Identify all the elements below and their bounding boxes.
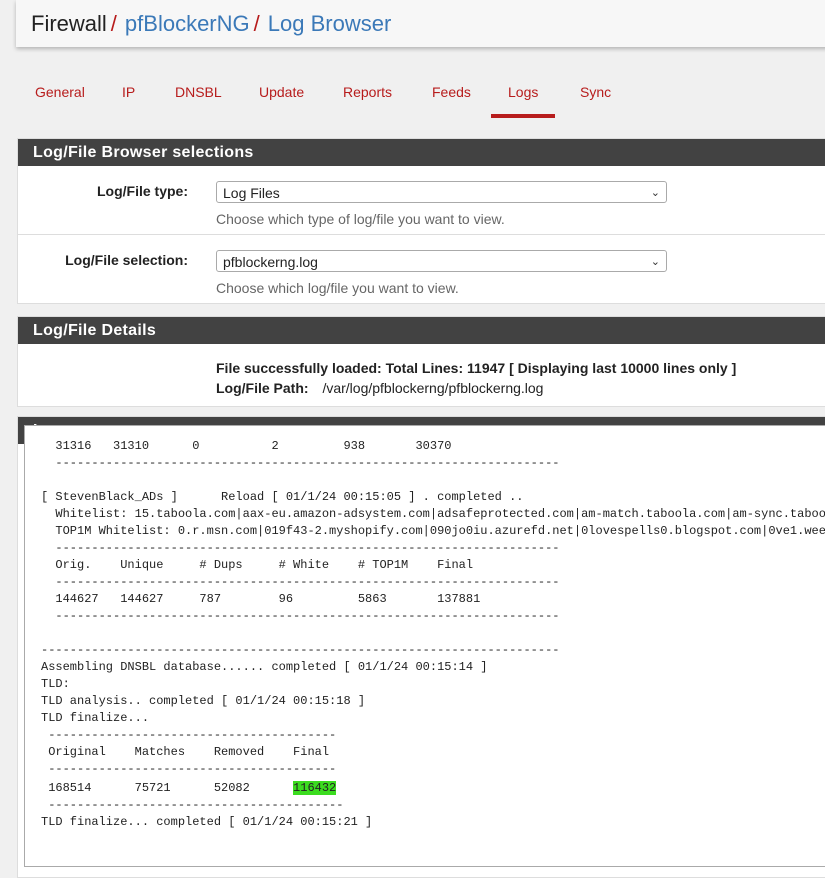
- log-line: [ StevenBlack_ADs ] Reload [ 01/1/24 00:…: [41, 490, 524, 504]
- details-panel: Log/File Details File successfully loade…: [17, 316, 825, 407]
- log-line: ----------------------------------------: [41, 728, 337, 742]
- tab-ip[interactable]: IP: [105, 76, 152, 114]
- log-line-counts: 168514 75721 52082 116432: [41, 780, 337, 797]
- selections-heading: Log/File Browser selections: [18, 139, 825, 166]
- log-viewer[interactable]: 31316 31310 0 2 938 30370 --------------…: [24, 425, 825, 867]
- log-line: Whitelist: 15.taboola.com|aax-eu.amazon-…: [41, 507, 825, 521]
- log-line-counts-text: 168514 75721 52082: [41, 781, 294, 795]
- log-file-selection-row: Log/File selection: pfblockerng.log ⌄ Ch…: [18, 235, 825, 303]
- breadcrumb-root: Firewall: [31, 11, 107, 36]
- breadcrumb-separator: /: [110, 11, 117, 36]
- page-header: Firewall / pfBlockerNG / Log Browser: [16, 0, 825, 47]
- log-file-selection-help: Choose which log/file you want to view.: [216, 280, 459, 296]
- log-line: TLD finalize... completed [ 01/1/24 00:1…: [41, 815, 373, 829]
- tab-general[interactable]: General: [18, 76, 102, 114]
- log-file-type-label: Log/File type:: [97, 183, 188, 199]
- tab-feeds[interactable]: Feeds: [415, 76, 488, 114]
- chevron-down-icon: ⌄: [650, 187, 660, 199]
- log-line: 144627 144627 787 96 5863 137881: [41, 592, 481, 606]
- tab-dnsbl[interactable]: DNSBL: [158, 76, 239, 114]
- log-line: TLD analysis.. completed [ 01/1/24 00:15…: [41, 694, 366, 708]
- log-line: ----------------------------------------…: [41, 456, 560, 470]
- log-line: ----------------------------------------…: [41, 643, 560, 657]
- log-file-type-row: Log/File type: Log Files ⌄ Choose which …: [18, 166, 825, 235]
- log-line: 31316 31310 0 2 938 30370: [41, 439, 452, 453]
- log-file-selection-label: Log/File selection:: [65, 252, 188, 268]
- log-panel: Log 31316 31310 0 2 938 30370 ----------…: [17, 416, 825, 878]
- file-path-line: Log/File Path: /var/log/pfblockerng/pfbl…: [216, 380, 543, 396]
- log-line: ----------------------------------------…: [41, 541, 560, 555]
- log-file-type-value: Log Files: [223, 185, 280, 201]
- log-file-selection-select[interactable]: pfblockerng.log ⌄: [216, 250, 667, 272]
- log-line: ----------------------------------------…: [41, 609, 560, 623]
- chevron-down-icon: ⌄: [650, 256, 660, 268]
- log-line: ----------------------------------------…: [41, 798, 344, 812]
- file-path-value: /var/log/pfblockerng/pfblockerng.log: [322, 380, 544, 396]
- details-body: File successfully loaded: Total Lines: 1…: [18, 344, 825, 406]
- selections-panel: Log/File Browser selections Log/File typ…: [17, 138, 825, 304]
- log-file-type-select[interactable]: Log Files ⌄: [216, 181, 667, 203]
- breadcrumb-link-pfblockerng[interactable]: pfBlockerNG: [125, 11, 250, 36]
- log-line: Assembling DNSBL database...... complete…: [41, 660, 488, 674]
- tab-reports[interactable]: Reports: [326, 76, 409, 114]
- tab-update[interactable]: Update: [242, 76, 321, 114]
- log-file-selection-value: pfblockerng.log: [223, 254, 318, 270]
- log-line: TLD finalize...: [41, 711, 150, 725]
- tab-sync[interactable]: Sync: [563, 76, 628, 114]
- log-line: ----------------------------------------: [41, 762, 337, 776]
- log-line: TLD:: [41, 677, 70, 691]
- log-file-type-help: Choose which type of log/file you want t…: [216, 211, 505, 227]
- tld-final-count-highlight: 116432: [293, 781, 337, 795]
- log-line: TOP1M Whitelist: 0.r.msn.com|019f43-2.my…: [41, 524, 825, 538]
- breadcrumb: Firewall / pfBlockerNG / Log Browser: [31, 10, 391, 38]
- breadcrumb-separator: /: [253, 11, 260, 36]
- tab-logs[interactable]: Logs: [491, 76, 556, 118]
- file-path-label: Log/File Path:: [216, 380, 309, 396]
- details-heading: Log/File Details: [18, 317, 825, 344]
- log-line: ----------------------------------------…: [41, 575, 560, 589]
- breadcrumb-link-log-browser[interactable]: Log Browser: [268, 11, 392, 36]
- log-line: Original Matches Removed Final: [41, 745, 330, 759]
- log-line: Orig. Unique # Dups # White # TOP1M Fina…: [41, 558, 474, 572]
- load-status: File successfully loaded: Total Lines: 1…: [216, 360, 737, 376]
